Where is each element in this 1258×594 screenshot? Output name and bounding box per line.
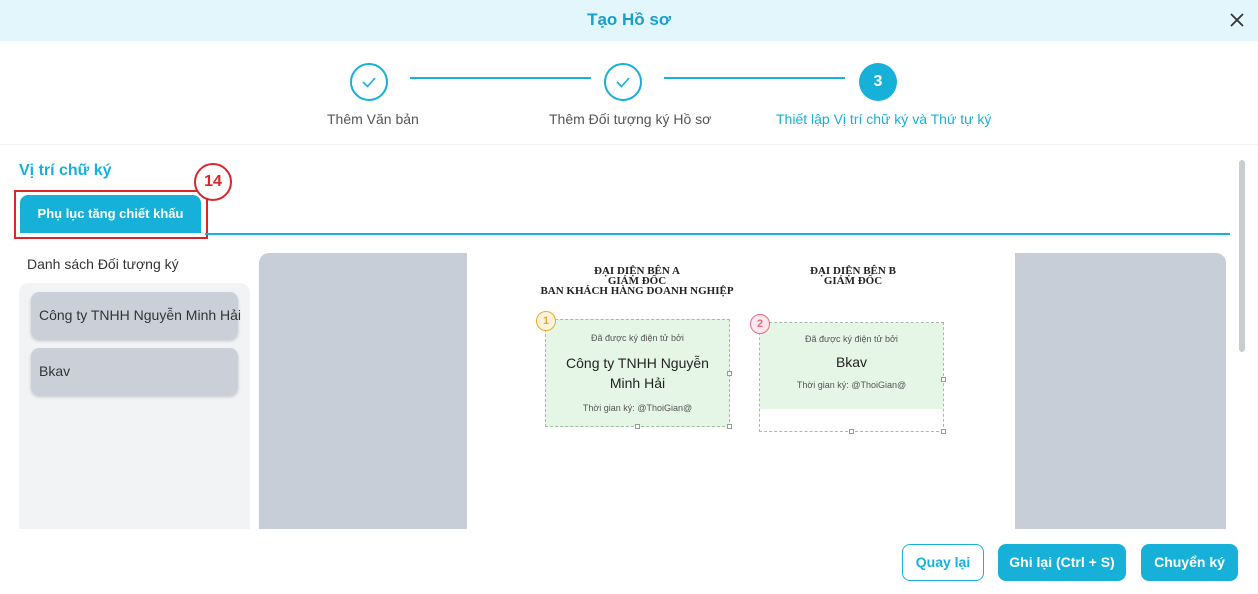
annotation-highlight-box — [14, 190, 208, 239]
signature-box-2[interactable]: Đã được ký điện tử bởi Bkav Thời gian ký… — [759, 322, 944, 432]
step-1-check-icon — [350, 63, 388, 101]
signed-by-label: Đã được ký điện tử bởi — [805, 334, 898, 344]
sign-order-badge: 2 — [750, 314, 770, 334]
step-3-number: 3 — [859, 63, 897, 101]
step-2-check-icon — [604, 63, 642, 101]
dialog-header: Tạo Hồ sơ — [0, 0, 1258, 41]
dialog-title: Tạo Hồ sơ — [587, 10, 671, 29]
step-connector — [410, 77, 591, 79]
close-icon[interactable] — [1226, 9, 1248, 31]
signed-by-label: Đã được ký điện tử bởi — [591, 333, 684, 343]
resize-handle[interactable] — [727, 371, 732, 376]
section-title: Vị trí chữ ký — [19, 162, 112, 179]
party-b-line: GIÁM ĐỐC — [823, 275, 883, 287]
back-button[interactable]: Quay lại — [902, 544, 984, 581]
document-preview: ĐẠI DIỆN BÊN A GIÁM ĐỐC BAN KHÁCH HÀNG D… — [259, 253, 1226, 529]
party-a-heading: ĐẠI DIỆN BÊN A GIÁM ĐỐC BAN KHÁCH HÀNG D… — [537, 266, 737, 297]
signer-list-title: Danh sách Đối tượng ký — [27, 256, 179, 272]
sign-order-badge: 1 — [536, 311, 556, 331]
send-to-sign-button[interactable]: Chuyển ký — [1141, 544, 1238, 581]
tab-underline — [205, 233, 1230, 235]
save-button[interactable]: Ghi lại (Ctrl + S) — [998, 544, 1126, 581]
vertical-scrollbar[interactable] — [1239, 160, 1245, 352]
resize-handle[interactable] — [727, 424, 732, 429]
signature-box-1[interactable]: Đã được ký điện tử bởi Công ty TNHH Nguy… — [545, 319, 730, 427]
step-2-label: Thêm Đối tượng ký Hồ sơ — [549, 111, 712, 127]
signer-name: Bkav — [835, 354, 868, 370]
annotation-number-badge: 14 — [194, 163, 232, 201]
party-b-heading: ĐẠI DIỆN BÊN B GIÁM ĐỐC — [783, 266, 923, 287]
resize-handle[interactable] — [941, 377, 946, 382]
resize-handle[interactable] — [849, 429, 854, 434]
stepper: 3 Thêm Văn bản Thêm Đối tượng ký Hồ sơ T… — [0, 41, 1258, 145]
signer-name: Công ty TNHH Nguyễn Minh Hải — [566, 355, 709, 391]
step-3-label: Thiết lập Vị trí chữ ký và Thứ tự ký — [776, 111, 992, 127]
signer-item[interactable]: Bkav — [31, 348, 238, 395]
party-a-line: BAN KHÁCH HÀNG DOANH NGHIỆP — [540, 285, 734, 297]
step-connector — [664, 77, 845, 79]
sign-time-label: Thời gian ký: @ThoiGian@ — [582, 403, 693, 413]
resize-handle[interactable] — [635, 424, 640, 429]
document-page: ĐẠI DIỆN BÊN A GIÁM ĐỐC BAN KHÁCH HÀNG D… — [467, 253, 1015, 529]
signer-item[interactable]: Công ty TNHH Nguyễn Minh Hải — [31, 292, 241, 339]
sign-time-label: Thời gian ký: @ThoiGian@ — [796, 380, 907, 390]
step-1-label: Thêm Văn bản — [327, 111, 419, 127]
resize-handle[interactable] — [941, 429, 946, 434]
